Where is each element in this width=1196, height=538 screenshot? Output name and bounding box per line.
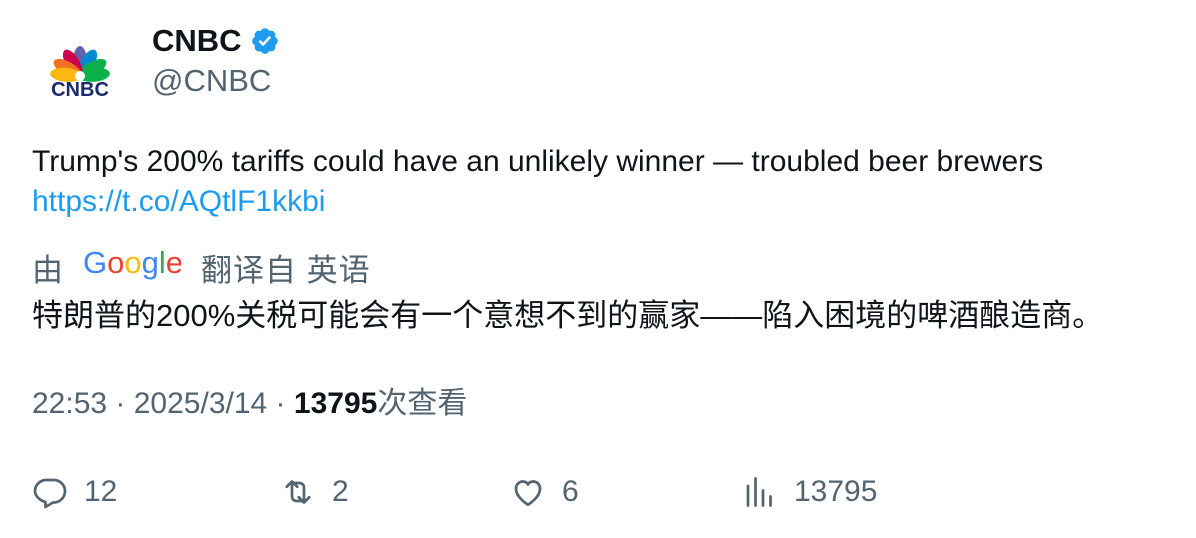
reply-icon [33, 478, 67, 509]
action-bar: 12 2 6 13795 [32, 470, 1182, 514]
avatar[interactable]: CNBC [32, 26, 128, 122]
tweet-text: Trump's 200% tariffs could have an unlik… [32, 142, 1162, 222]
reply-count: 12 [84, 475, 118, 508]
views-action-count: 13795 [794, 475, 878, 508]
tweet-link[interactable]: https://t.co/AQtlF1kkbi [32, 182, 1162, 222]
heart-icon [514, 480, 542, 507]
reply-button[interactable]: 12 [32, 470, 117, 514]
author-name[interactable]: CNBC [152, 22, 242, 60]
meta-separator: · [267, 387, 294, 420]
translated-by-label: 由 [32, 252, 63, 288]
views-count: 13795 [293, 387, 378, 420]
meta-separator: · [107, 387, 134, 420]
analytics-icon [746, 477, 772, 507]
tweet-meta: 22:53 · 2025/3/14 · 13795次查看 [32, 384, 467, 424]
tweet-time[interactable]: 22:53 [32, 387, 107, 420]
retweet-icon [285, 480, 311, 504]
google-logo-text: Google [83, 245, 181, 280]
author-handle[interactable]: @CNBC [152, 62, 271, 100]
avatar-logo-text: CNBC [51, 79, 109, 101]
tweet-body: Trump's 200% tariffs could have an unlik… [32, 145, 1044, 178]
like-count: 6 [562, 475, 579, 508]
views-button[interactable]: 13795 [742, 470, 877, 514]
like-button[interactable]: 6 [510, 470, 579, 514]
translated-tweet-text: 特朗普的200%关税可能会有一个意想不到的赢家——陷入困境的啤酒酿造商。 [32, 298, 1104, 333]
retweet-count: 2 [332, 475, 349, 508]
cnbc-peacock-logo: CNBC [50, 46, 110, 101]
verified-badge-icon[interactable] [250, 26, 280, 56]
views-label: 次查看 [377, 387, 468, 420]
google-logo[interactable]: Google [83, 245, 183, 289]
translation-attribution: 由 Google 翻译自 英语 [32, 245, 371, 289]
tweet-date[interactable]: 2025/3/14 [134, 387, 267, 420]
translated-from-label: 翻译自 英语 [201, 252, 371, 288]
retweet-button[interactable]: 2 [280, 470, 349, 514]
author-name-row[interactable]: CNBC [152, 22, 280, 60]
